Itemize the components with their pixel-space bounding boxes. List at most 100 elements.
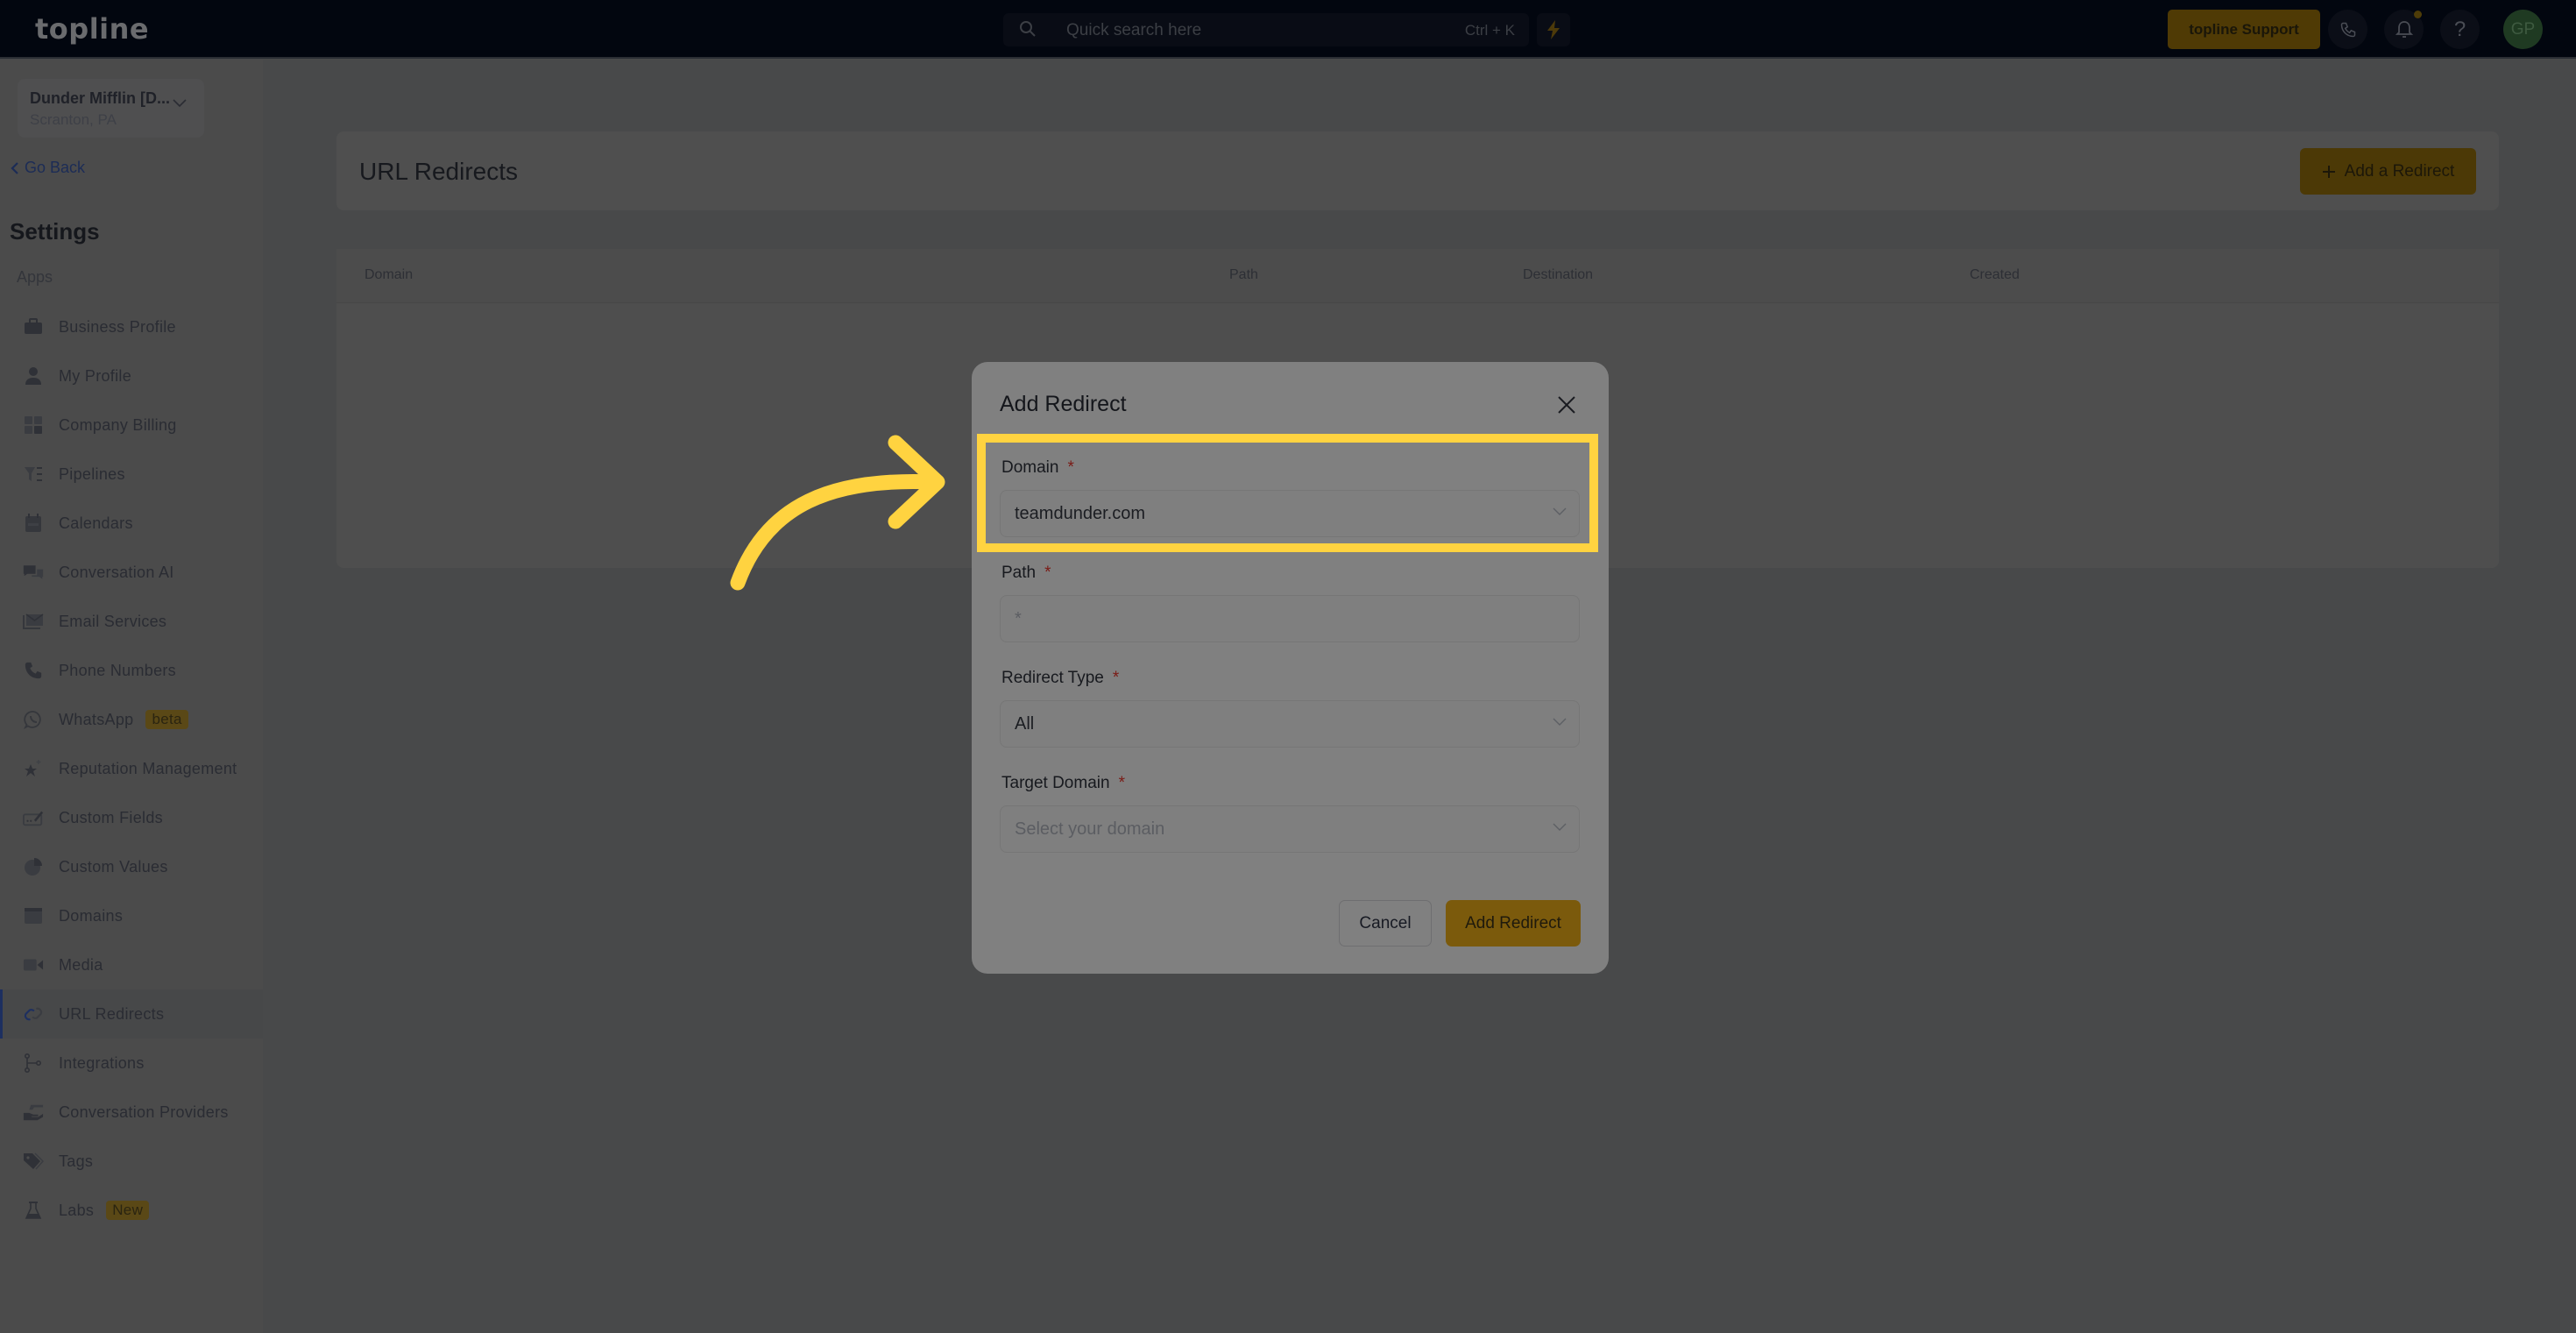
- company-name: Dunder Mifflin [D...: [30, 89, 170, 107]
- tag-icon: [23, 1151, 44, 1172]
- path-input[interactable]: *: [1000, 595, 1580, 642]
- link-icon: [23, 1003, 44, 1025]
- plus-icon: [2322, 165, 2335, 178]
- chevron-down-icon: [173, 99, 187, 108]
- modal-title: Add Redirect: [1000, 392, 1127, 416]
- sidebar-item-label: URL Redirects: [59, 1004, 165, 1023]
- target-domain-label-text: Target Domain: [1001, 774, 1110, 792]
- required-asterisk: *: [1112, 669, 1120, 687]
- help-button[interactable]: ?: [2440, 10, 2480, 49]
- user-avatar[interactable]: GP: [2503, 10, 2543, 49]
- chevron-down-icon: [1553, 718, 1567, 726]
- sidebar-item-label: Company Billing: [59, 415, 177, 434]
- sidebar-item-whatsapp[interactable]: WhatsApp beta: [0, 695, 263, 744]
- sidebar-item-media[interactable]: Media: [0, 940, 263, 989]
- sidebar-item-conversation-providers[interactable]: Conversation Providers: [0, 1088, 263, 1137]
- go-back-label: Go Back: [25, 159, 86, 176]
- add-redirect-button[interactable]: Add a Redirect: [2300, 148, 2476, 195]
- target-domain-label: Target Domain *: [1001, 774, 1125, 793]
- quick-search[interactable]: Quick search here Ctrl + K: [1003, 13, 1529, 46]
- sidebar-item-integrations[interactable]: Integrations: [0, 1039, 263, 1088]
- redirect-type-value: All: [1015, 714, 1035, 734]
- video-camera-icon: [23, 954, 44, 975]
- app-logo[interactable]: topline: [35, 12, 149, 46]
- target-domain-placeholder: Select your domain: [1015, 819, 1165, 839]
- settings-sidebar: Dunder Mifflin [D... Scranton, PA Go Bac…: [0, 60, 263, 1333]
- path-label-text: Path: [1001, 564, 1037, 582]
- column-header-domain[interactable]: Domain: [364, 267, 413, 283]
- path-label: Path *: [1001, 564, 1051, 583]
- search-shortcut: Ctrl + K: [1464, 22, 1515, 39]
- browser-window-icon: [23, 905, 44, 926]
- sidebar-item-label: Reputation Management: [59, 759, 237, 777]
- sidebar-item-business-profile[interactable]: Business Profile: [0, 302, 263, 351]
- column-header-destination[interactable]: Destination: [1523, 267, 1593, 283]
- bell-icon: [2395, 20, 2413, 38]
- search-placeholder: Quick search here: [1066, 21, 1202, 39]
- sidebar-item-phone-numbers[interactable]: Phone Numbers: [0, 646, 263, 695]
- sidebar-item-url-redirects[interactable]: URL Redirects: [0, 989, 263, 1039]
- redirect-type-select[interactable]: All: [1000, 700, 1580, 748]
- sidebar-item-custom-values[interactable]: Custom Values: [0, 842, 263, 891]
- envelope-icon: [23, 611, 44, 632]
- beta-badge: beta: [145, 710, 188, 729]
- add-redirect-submit-button[interactable]: Add Redirect: [1446, 900, 1581, 947]
- top-bar: topline Quick search here Ctrl + K topli…: [0, 0, 2576, 59]
- user-icon: [23, 365, 44, 386]
- briefcase-icon: [23, 316, 44, 337]
- page-header: URL Redirects Add a Redirect: [336, 131, 2499, 210]
- settings-title: Settings: [10, 218, 100, 245]
- sidebar-item-calendars[interactable]: Calendars: [0, 499, 263, 548]
- star-icon: [23, 758, 44, 779]
- sidebar-item-label: Phone Numbers: [59, 661, 176, 679]
- sidebar-item-label: WhatsApp: [59, 710, 134, 728]
- pie-chart-icon: [23, 856, 44, 877]
- support-button[interactable]: topline Support: [2168, 10, 2320, 49]
- hand-icon: [23, 1102, 44, 1123]
- sidebar-item-label: Labs: [59, 1201, 95, 1219]
- sidebar-item-label: Conversation Providers: [59, 1103, 229, 1121]
- column-header-path[interactable]: Path: [1229, 267, 1258, 283]
- sidebar-item-labs[interactable]: Labs New: [0, 1186, 263, 1235]
- required-asterisk: *: [1118, 774, 1125, 792]
- path-placeholder: *: [1015, 609, 1022, 628]
- sidebar-item-reputation-management[interactable]: Reputation Management: [0, 744, 263, 793]
- notification-dot: [2414, 11, 2422, 18]
- sidebar-item-label: Custom Fields: [59, 808, 163, 826]
- search-icon: [1020, 21, 1036, 37]
- table-header: Domain Path Destination Created: [336, 249, 2499, 303]
- sidebar-item-company-billing[interactable]: Company Billing: [0, 401, 263, 450]
- edit-field-icon: [23, 807, 44, 828]
- page-title: URL Redirects: [359, 158, 519, 185]
- sidebar-item-pipelines[interactable]: Pipelines: [0, 450, 263, 499]
- sidebar-item-label: Tags: [59, 1152, 94, 1170]
- phone-icon: [2340, 22, 2355, 37]
- target-domain-select[interactable]: Select your domain: [1000, 805, 1580, 853]
- whatsapp-icon: [23, 709, 44, 730]
- sidebar-item-custom-fields[interactable]: Custom Fields: [0, 793, 263, 842]
- sidebar-item-conversation-ai[interactable]: Conversation AI: [0, 548, 263, 597]
- sidebar-item-label: Domains: [59, 906, 124, 925]
- sidebar-item-domains[interactable]: Domains: [0, 891, 263, 940]
- settings-nav: Business Profile My Profile Company Bill…: [0, 302, 263, 1235]
- chat-bubbles-icon: [23, 562, 44, 583]
- sidebar-item-email-services[interactable]: Email Services: [0, 597, 263, 646]
- flask-icon: [23, 1200, 44, 1221]
- cancel-button[interactable]: Cancel: [1339, 900, 1432, 947]
- sidebar-item-label: Integrations: [59, 1053, 145, 1072]
- company-switcher[interactable]: Dunder Mifflin [D... Scranton, PA: [18, 79, 204, 138]
- notifications-button[interactable]: [2384, 10, 2424, 49]
- calculator-icon: [23, 415, 44, 436]
- pointer-arrow-icon: [730, 435, 945, 591]
- phone-button[interactable]: [2328, 10, 2367, 49]
- go-back-link[interactable]: Go Back: [11, 159, 85, 177]
- sidebar-item-label: Business Profile: [59, 317, 176, 336]
- sidebar-item-label: My Profile: [59, 366, 132, 385]
- quick-actions-button[interactable]: [1537, 13, 1570, 46]
- close-icon[interactable]: [1555, 394, 1578, 416]
- sidebar-item-my-profile[interactable]: My Profile: [0, 351, 263, 401]
- company-location: Scranton, PA: [30, 111, 117, 128]
- column-header-created[interactable]: Created: [1970, 267, 2020, 283]
- sidebar-item-tags[interactable]: Tags: [0, 1137, 263, 1186]
- redirect-type-label-text: Redirect Type: [1001, 669, 1104, 687]
